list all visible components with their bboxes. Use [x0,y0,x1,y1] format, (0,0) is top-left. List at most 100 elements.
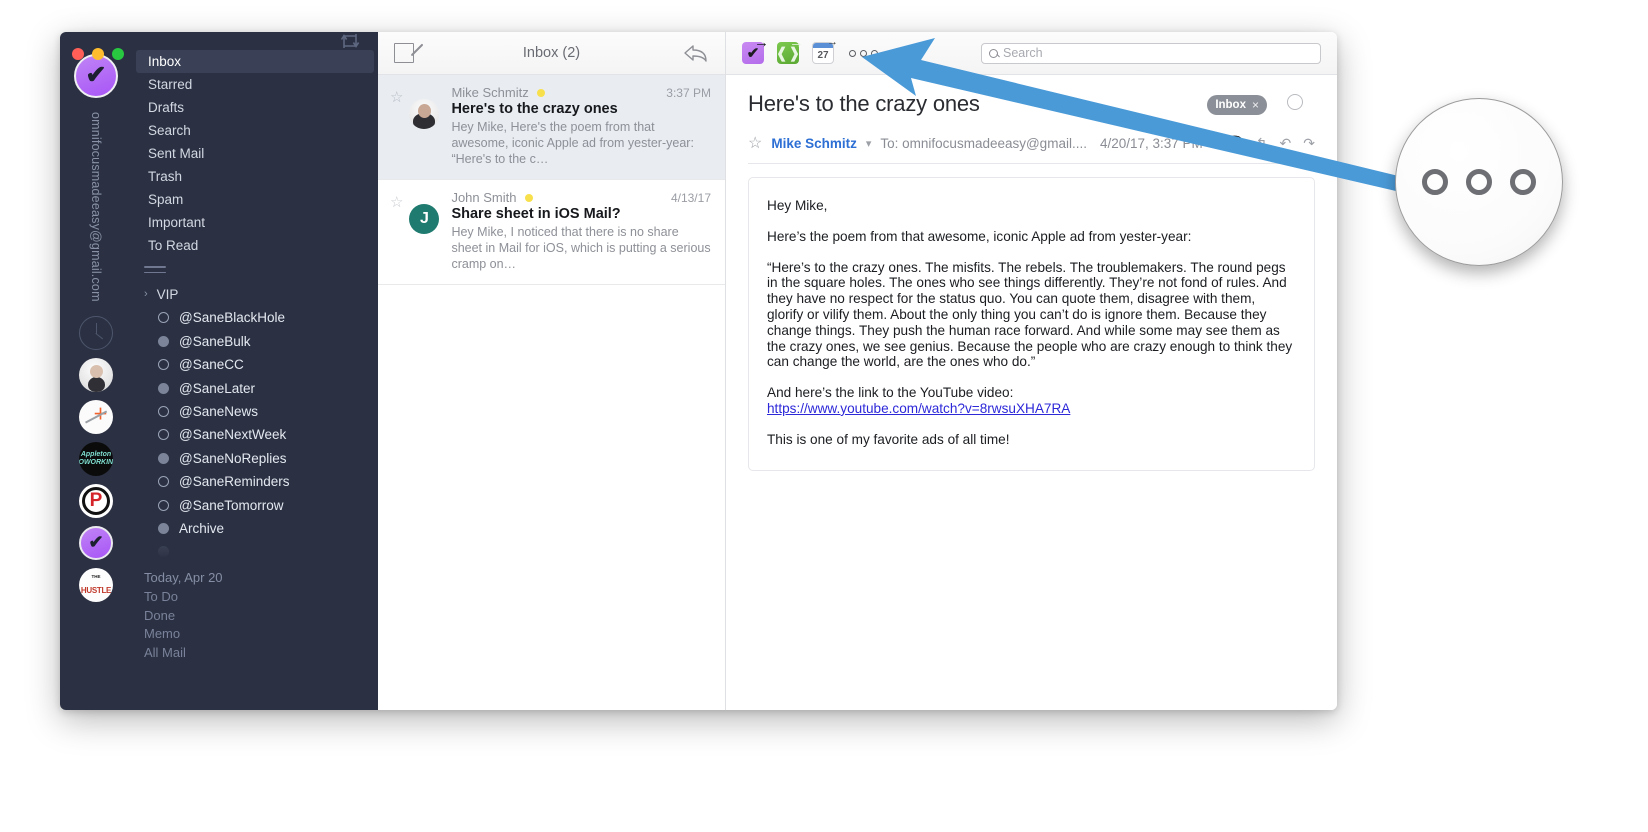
forward-icon[interactable]: ↷ [1303,135,1315,152]
sender-name[interactable]: Mike Schmitz [771,136,857,151]
comment-icon[interactable]: 💬 [1226,135,1243,152]
search-input[interactable] [1003,46,1313,60]
account-email-label: omnifocusmadeeasy@gmail.com [89,112,103,302]
contact-photo-avatar[interactable] [79,357,113,392]
sidebar-item-label: @SaneTomorrow [179,497,284,513]
mail-app-window: ✔ omnifocusmadeeasy@gmail.com AppletonCO… [60,32,1337,710]
close-button[interactable] [72,48,84,60]
footer-item-all-mail[interactable]: All Mail [144,644,378,663]
youtube-link[interactable]: https://www.youtube.com/watch?v=8rwsuXHA… [767,401,1070,416]
label-dot-icon [158,382,169,394]
sidebar-item-drafts[interactable]: Drafts [136,96,374,119]
table-row[interactable]: ☆ J John Smith 4/13/17 Share sheet in iO… [378,180,725,285]
message-subject: Here's to the crazy ones [451,101,618,117]
sidebar-label-sanenextweek[interactable]: @SaneNextWeek [132,423,378,446]
send-arrow-icon: → [789,34,804,51]
sidebar-item-label: Drafts [148,100,185,115]
hamburger-icon[interactable] [144,266,166,274]
sketch-avatar[interactable] [79,399,113,434]
send-arrow-icon: → [827,36,838,48]
account-rail: ✔ omnifocusmadeeasy@gmail.com AppletonCO… [60,32,132,710]
sidebar-item-label: @SaneLater [179,380,256,396]
clock-icon[interactable] [79,315,113,350]
body-closing: This is one of my favorite ads of all ti… [767,431,1010,447]
sidebar-item-label: Inbox [148,54,182,69]
omnifocus-avatar[interactable]: ✔ [79,525,113,560]
chevron-down-icon[interactable]: ▾ [866,137,872,150]
send-arrow-icon: → [754,34,769,51]
unread-toggle-icon[interactable] [1287,94,1303,110]
zoom-button[interactable] [112,48,124,60]
sidebar-label-sanetomorrow[interactable]: @SaneTomorrow [132,493,378,516]
avatar [409,99,440,129]
footer-item-done[interactable]: Done [144,607,378,626]
reader-header: Here's to the crazy ones Inbox × ☆ Mike … [726,75,1337,164]
footer-item-to-do[interactable]: To Do [144,588,378,607]
body-quote: “Here’s to the crazy ones. The misfits. … [767,259,1293,370]
sync-icon[interactable] [338,32,364,54]
sidebar-label-cutoff[interactable] [132,540,378,563]
sidebar-item-starred[interactable]: Starred [136,73,374,96]
sidebar-item-search[interactable]: Search [136,119,374,142]
evernote-send-icon[interactable]: ❰❱ → [775,35,804,64]
omnifocus-send-icon[interactable]: ✔ → [742,35,769,64]
sidebar-item-trash[interactable]: Trash [136,165,374,188]
podcast-p-avatar[interactable]: P [79,483,113,518]
star-icon[interactable]: ☆ [390,193,403,272]
message-list-toolbar: Inbox (2) [378,32,725,75]
close-icon[interactable]: × [1252,98,1259,112]
sidebar-item-label: Spam [148,192,184,207]
sidebar-item-label: @SaneBlackHole [179,310,286,326]
hustle-avatar[interactable]: THE HUSTLE [79,567,113,602]
message-list-title: Inbox (2) [522,45,581,61]
search-box[interactable] [981,42,1321,64]
reply-icon[interactable]: ↰ [1256,135,1268,152]
minimize-button[interactable] [92,48,104,60]
message-body-card: Hey Mike, Here’s the poem from that awes… [748,177,1315,471]
footer-today-label: Today, Apr 20 [144,570,223,586]
appleton-coworking-avatar[interactable]: AppletonCOWORKING [79,441,113,476]
recipient-label: To: omnifocusmadeeasy@gmail.... [880,135,1087,151]
sidebar-item-to-read[interactable]: To Read [136,234,374,257]
sidebar-item-important[interactable]: Important [136,211,374,234]
message-snippet: Hey Mike, I noticed that there is no sha… [451,225,711,271]
label-dot-icon [158,476,169,488]
avatar: J [409,204,440,234]
sidebar-label-archive[interactable]: Archive [132,517,378,540]
reading-pane: ✔→ ❰❱→ 27 → Here's to the crazy ones Inbo… [726,32,1337,710]
footer-item-memo[interactable]: Memo [144,625,378,644]
sidebar-label-sanecc[interactable]: @SaneCC [132,353,378,376]
sidebar-label-sanelater[interactable]: @SaneLater [132,376,378,399]
table-row[interactable]: ☆ Mike Schmitz 3:37 PM Here's to the cra… [378,75,725,180]
account-avatar[interactable]: ✔ [74,54,118,98]
status-badge[interactable]: Inbox × [1207,95,1267,115]
sidebar-label-sanebulk[interactable]: @SaneBulk [132,330,378,353]
sidebar-label-sanenoreplies[interactable]: @SaneNoReplies [132,447,378,470]
star-icon[interactable]: ☆ [390,88,403,167]
message-meta: ☆ Mike Schmitz ▾ To: omnifocusmadeeasy@g… [748,133,1315,164]
sidebar-label-sanenews[interactable]: @SaneNews [132,400,378,423]
body-link-intro: And here’s the link to the YouTube video… [767,385,1014,401]
sidebar-item-label: Important [148,215,206,230]
three-dots-menu[interactable] [849,49,878,57]
star-icon[interactable]: ☆ [748,133,762,153]
reply-all-icon[interactable]: ↶ [1280,135,1292,152]
reply-arrow-icon[interactable] [681,42,711,64]
unread-dot-icon [524,193,533,202]
avatar-initial: J [420,210,429,227]
sidebar-item-vip[interactable]: › VIP [132,282,378,306]
body-greeting: Hey Mike, [767,198,828,213]
sidebar-item-label: To Read [148,238,199,253]
label-dot-icon [158,335,169,347]
message-time: 4/13/17 [670,190,711,205]
sidebar-label-saneblackhole[interactable]: @SaneBlackHole [132,306,378,329]
calendar-send-icon[interactable]: 27 → [812,36,838,64]
sidebar-item-label: Search [148,123,191,138]
message-time: 3:37 PM [666,85,711,100]
sidebar-item-label: @SaneBulk [179,333,251,349]
sidebar-item-spam[interactable]: Spam [136,188,374,211]
sidebar-item-sent-mail[interactable]: Sent Mail [136,142,374,165]
sidebar-item-label: @SaneCC [179,357,244,373]
label-dot-icon [158,522,169,534]
sidebar-label-sanereminders[interactable]: @SaneReminders [132,470,378,493]
